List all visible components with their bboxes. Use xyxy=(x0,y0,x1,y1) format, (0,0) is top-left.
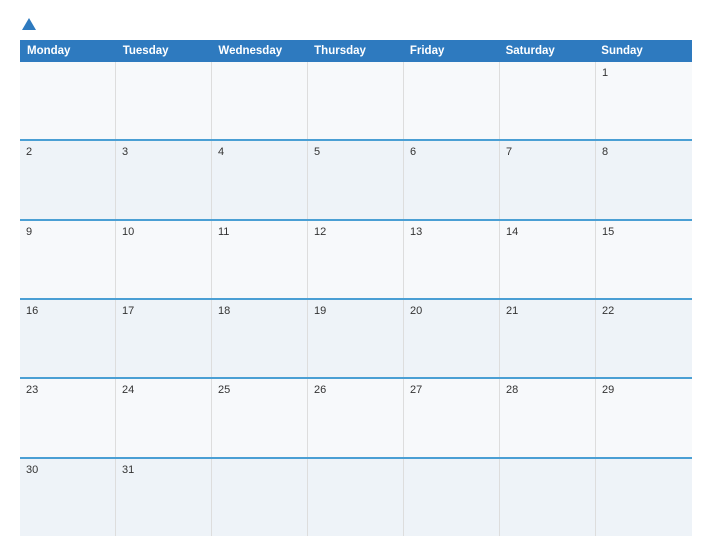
day-cell: 4 xyxy=(212,141,308,218)
day-number: 21 xyxy=(506,305,518,317)
day-header-sunday: Sunday xyxy=(595,41,691,61)
calendar-header xyxy=(20,18,692,32)
day-number: 4 xyxy=(218,146,224,158)
day-cell: 11 xyxy=(212,221,308,298)
calendar-grid: MondayTuesdayWednesdayThursdayFridaySatu… xyxy=(20,40,692,536)
day-cell xyxy=(212,459,308,536)
day-cell xyxy=(212,62,308,139)
day-number: 11 xyxy=(218,226,229,238)
day-cell xyxy=(404,459,500,536)
day-number: 30 xyxy=(26,464,38,476)
day-cell: 8 xyxy=(596,141,692,218)
day-cell: 5 xyxy=(308,141,404,218)
day-cell: 29 xyxy=(596,379,692,456)
day-cell: 16 xyxy=(20,300,116,377)
day-cell: 24 xyxy=(116,379,212,456)
day-cell: 26 xyxy=(308,379,404,456)
day-headers-row: MondayTuesdayWednesdayThursdayFridaySatu… xyxy=(20,40,692,62)
day-header-thursday: Thursday xyxy=(308,41,404,61)
day-number: 20 xyxy=(410,305,422,317)
day-header-tuesday: Tuesday xyxy=(117,41,213,61)
week-row-1: 2 3 4 5 6 7 8 xyxy=(20,141,692,220)
day-header-wednesday: Wednesday xyxy=(212,41,308,61)
day-cell xyxy=(596,459,692,536)
day-number: 2 xyxy=(26,146,32,158)
day-number: 19 xyxy=(314,305,326,317)
day-number: 16 xyxy=(26,305,38,317)
day-cell: 28 xyxy=(500,379,596,456)
day-cell: 31 xyxy=(116,459,212,536)
day-number: 7 xyxy=(506,146,512,158)
day-cell: 20 xyxy=(404,300,500,377)
day-cell xyxy=(308,62,404,139)
day-cell xyxy=(404,62,500,139)
day-cell xyxy=(500,459,596,536)
week-row-3: 16 17 18 19 20 21 22 xyxy=(20,300,692,379)
day-cell: 12 xyxy=(308,221,404,298)
day-cell: 14 xyxy=(500,221,596,298)
day-number: 27 xyxy=(410,384,422,396)
day-number: 24 xyxy=(122,384,134,396)
day-cell: 2 xyxy=(20,141,116,218)
day-cell: 10 xyxy=(116,221,212,298)
day-number: 22 xyxy=(602,305,614,317)
day-cell xyxy=(20,62,116,139)
logo-triangle-icon xyxy=(22,18,36,30)
day-number: 29 xyxy=(602,384,614,396)
day-number: 13 xyxy=(410,226,422,238)
day-number: 26 xyxy=(314,384,326,396)
day-number: 15 xyxy=(602,226,614,238)
day-header-saturday: Saturday xyxy=(500,41,596,61)
day-cell: 22 xyxy=(596,300,692,377)
day-cell: 1 xyxy=(596,62,692,139)
day-cell: 30 xyxy=(20,459,116,536)
day-cell: 15 xyxy=(596,221,692,298)
day-cell: 17 xyxy=(116,300,212,377)
day-cell: 9 xyxy=(20,221,116,298)
day-cell: 3 xyxy=(116,141,212,218)
day-number: 5 xyxy=(314,146,320,158)
day-cell: 27 xyxy=(404,379,500,456)
day-number: 10 xyxy=(122,226,134,238)
day-cell: 21 xyxy=(500,300,596,377)
day-cell: 23 xyxy=(20,379,116,456)
week-row-5: 30 31 xyxy=(20,459,692,536)
day-number: 25 xyxy=(218,384,230,396)
day-number: 12 xyxy=(314,226,326,238)
day-cell xyxy=(500,62,596,139)
day-number: 18 xyxy=(218,305,230,317)
day-number: 23 xyxy=(26,384,38,396)
day-number: 17 xyxy=(122,305,134,317)
weeks-container: 1234567891011121314151617181920212223242… xyxy=(20,62,692,536)
day-cell: 25 xyxy=(212,379,308,456)
logo xyxy=(20,18,36,32)
week-row-4: 23 24 25 26 27 28 29 xyxy=(20,379,692,458)
day-cell: 6 xyxy=(404,141,500,218)
day-cell xyxy=(116,62,212,139)
day-cell: 19 xyxy=(308,300,404,377)
day-cell: 7 xyxy=(500,141,596,218)
day-number: 6 xyxy=(410,146,416,158)
week-row-0: 1 xyxy=(20,62,692,141)
day-header-friday: Friday xyxy=(404,41,500,61)
day-number: 8 xyxy=(602,146,608,158)
day-number: 1 xyxy=(602,67,608,79)
day-cell: 13 xyxy=(404,221,500,298)
day-number: 9 xyxy=(26,226,32,238)
day-cell xyxy=(308,459,404,536)
day-header-monday: Monday xyxy=(21,41,117,61)
day-number: 28 xyxy=(506,384,518,396)
day-cell: 18 xyxy=(212,300,308,377)
week-row-2: 9 10 11 12 13 14 15 xyxy=(20,221,692,300)
day-number: 31 xyxy=(122,464,134,476)
day-number: 14 xyxy=(506,226,518,238)
day-number: 3 xyxy=(122,146,128,158)
calendar-page: MondayTuesdayWednesdayThursdayFridaySatu… xyxy=(0,0,712,550)
